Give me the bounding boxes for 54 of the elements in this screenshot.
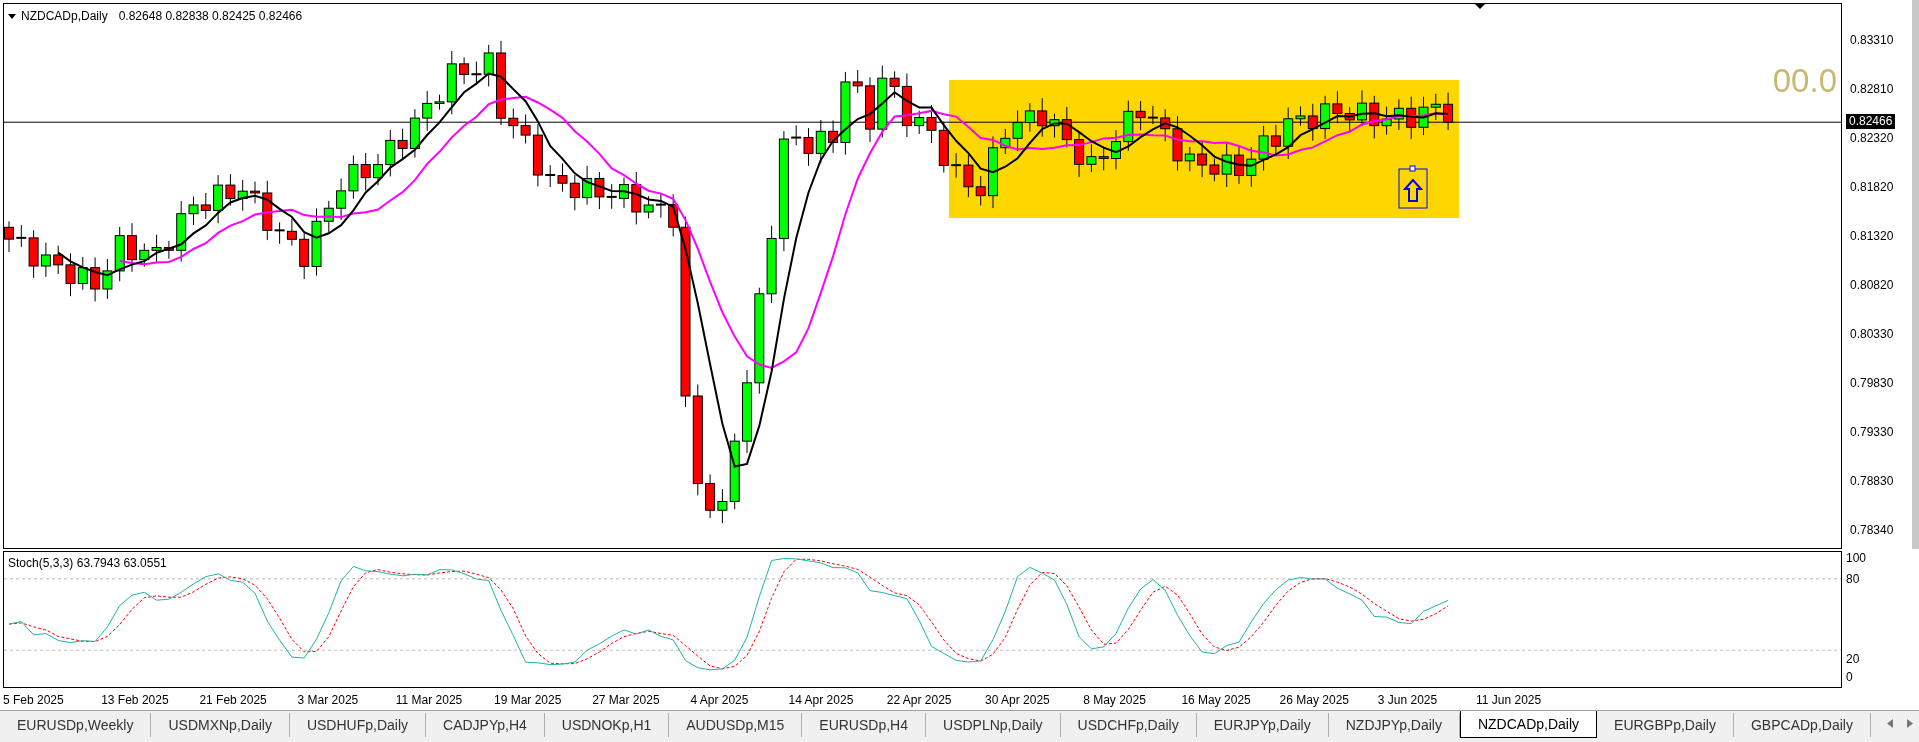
date-label: 19 Mar 2025 (494, 692, 562, 709)
price-tick-label: 0.79830 (1850, 375, 1894, 392)
chart-tab[interactable]: AUDUSDp,M15 (669, 713, 803, 737)
chart-tab[interactable]: EURGBPp,Daily (1597, 713, 1734, 737)
chart-tab[interactable]: USDMXNp,Daily (151, 713, 290, 737)
indicator-level-label: 100 (1846, 550, 1867, 567)
price-tick-label: 0.81320 (1850, 228, 1894, 245)
price-tick-label: 0.78340 (1850, 522, 1894, 539)
price-tick-label: 0.80820 (1850, 277, 1894, 294)
price-tick-label: 0.79330 (1850, 424, 1894, 441)
dropdown-caret-icon[interactable] (8, 13, 16, 19)
current-price-label: 0.82466 (1846, 114, 1896, 129)
chart-tab[interactable]: EURUSDp,Weekly (0, 713, 152, 737)
price-tick-label: 0.80330 (1850, 326, 1894, 343)
chart-symbol-title: NZDCADp,Daily (21, 8, 108, 25)
chart-tab[interactable]: CADJPYp,H4 (426, 713, 545, 737)
chart-tab[interactable]: EURUSDp,H4 (802, 713, 926, 737)
date-label: 5 Feb 2025 (3, 692, 64, 709)
chart-tab[interactable]: GBPCADp,Daily (1734, 713, 1871, 737)
price-tick-label: 0.83310 (1850, 32, 1894, 49)
date-label: 11 Jun 2025 (1476, 692, 1542, 709)
indicator-level-label: 20 (1846, 651, 1860, 668)
date-label: 13 Feb 2025 (101, 692, 169, 709)
date-label: 30 Apr 2025 (985, 692, 1050, 709)
price-tick-label: 0.81820 (1850, 179, 1894, 196)
indicator-level-label: 80 (1846, 571, 1860, 588)
date-label: 27 Mar 2025 (592, 692, 660, 709)
chart-tab[interactable]: USDHUFp,Daily (289, 713, 427, 737)
date-label: 3 Mar 2025 (297, 692, 359, 709)
chart-tab[interactable]: EURJPYp,Daily (1196, 713, 1329, 737)
chart-tab[interactable]: USDNOKp,H1 (544, 713, 670, 737)
date-label: 14 Apr 2025 (788, 692, 854, 709)
indicator-level-label: 0 (1846, 669, 1853, 686)
date-label: 21 Feb 2025 (199, 692, 267, 709)
overlay-label: 00.0 (1772, 64, 1837, 97)
date-label: 26 May 2025 (1279, 692, 1349, 709)
price-tick-label: 0.82810 (1850, 81, 1894, 98)
chart-tab[interactable]: NZDJPYp,Daily (1328, 713, 1460, 737)
scroll-left-button[interactable] (1885, 717, 1895, 729)
price-tick-label: 0.82320 (1850, 130, 1894, 147)
chart-tab[interactable]: USDPLNp,Daily (926, 713, 1061, 737)
date-label: 22 Apr 2025 (886, 692, 952, 709)
indicator-title: Stoch(5,3,3) 63.7943 63.0551 (8, 555, 167, 572)
scrollbar-track[interactable] (1912, 0, 1919, 549)
date-label: 3 Jun 2025 (1377, 692, 1438, 709)
date-label: 4 Apr 2025 (690, 692, 749, 709)
date-label: 11 Mar 2025 (395, 692, 463, 709)
ohlc-values: 0.82648 0.82838 0.82425 0.82466 (118, 8, 303, 25)
date-label: 16 May 2025 (1181, 692, 1251, 709)
chart-tab[interactable]: USDCHFp,Daily (1060, 713, 1197, 737)
chart-tab[interactable]: NZDCADp,Daily (1459, 711, 1598, 738)
price-tick-label: 0.78830 (1850, 473, 1894, 490)
date-label: 8 May 2025 (1083, 692, 1146, 709)
scroll-right-button[interactable] (1905, 717, 1915, 729)
